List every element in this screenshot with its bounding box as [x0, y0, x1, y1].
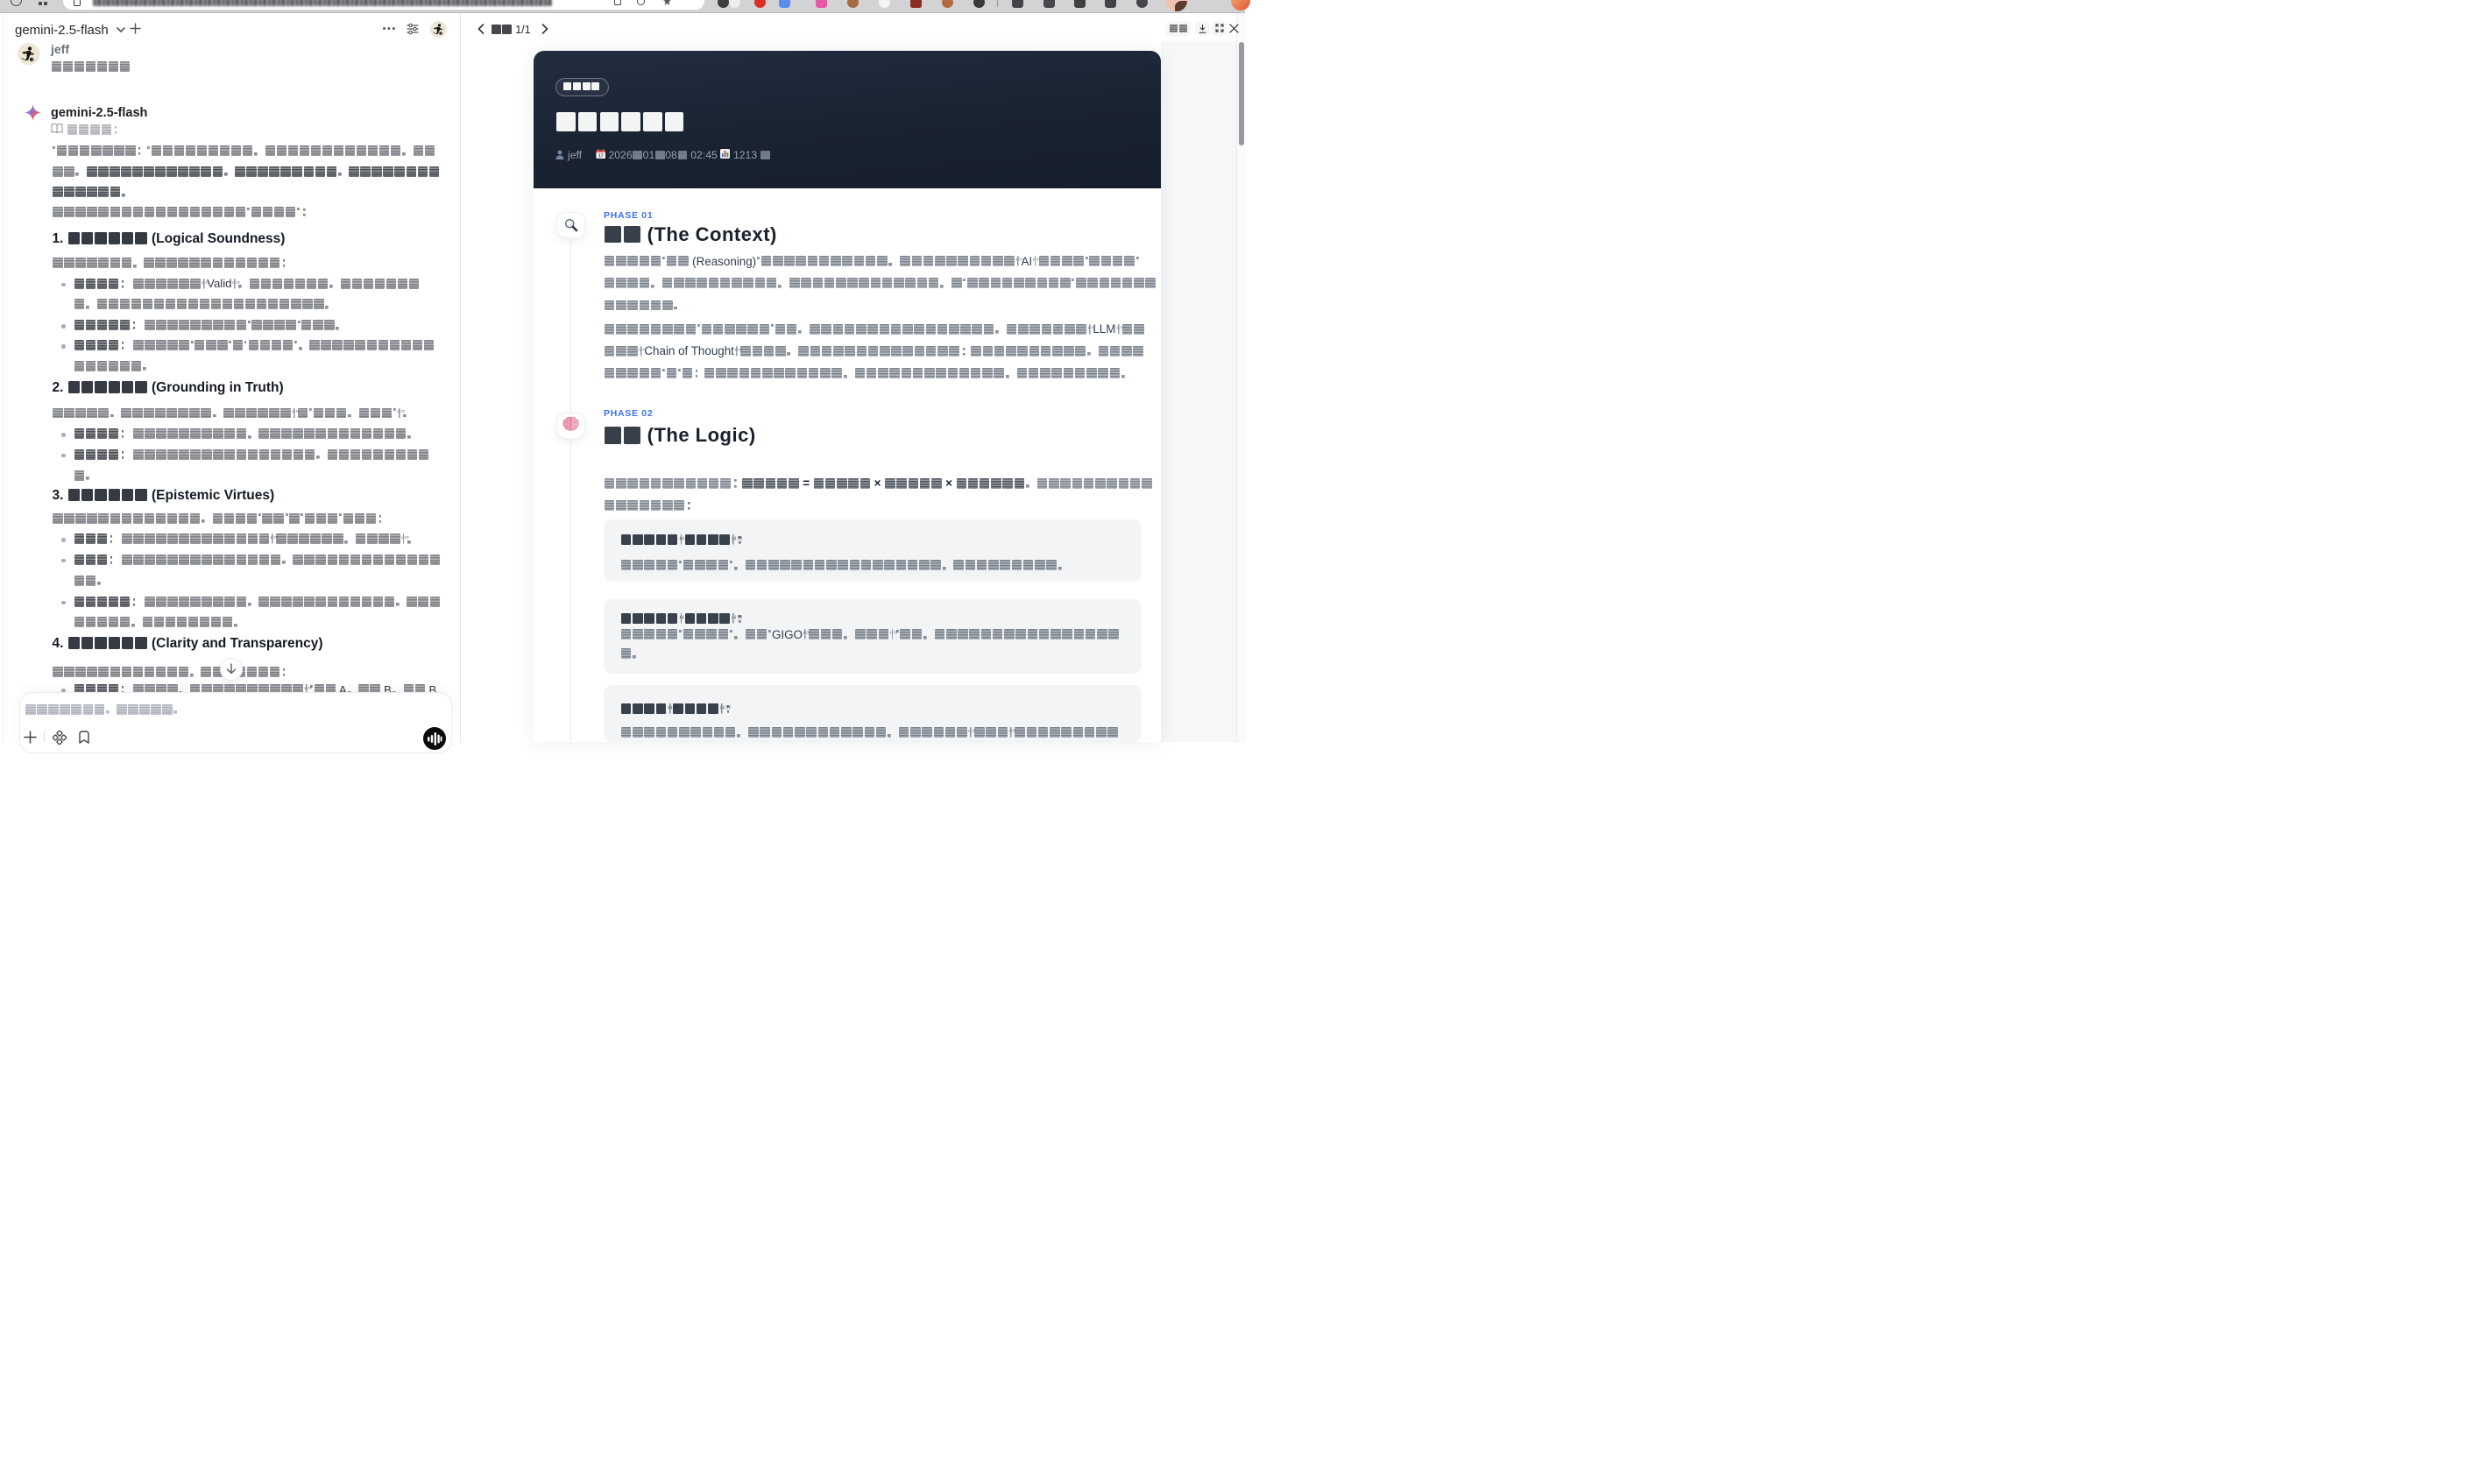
svg-text:17: 17 — [598, 153, 603, 159]
